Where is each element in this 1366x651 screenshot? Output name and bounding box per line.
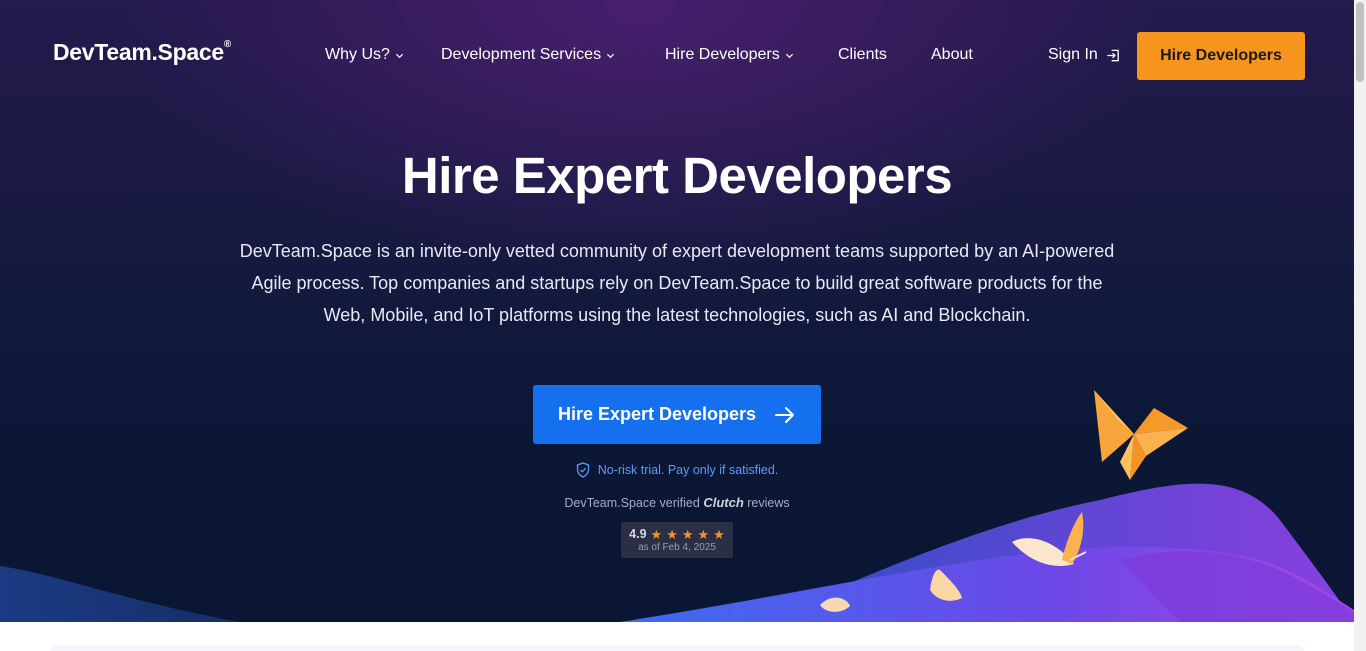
scrollbar-thumb[interactable] <box>1356 2 1364 82</box>
sign-in-link[interactable]: Sign In <box>1048 46 1121 64</box>
nav-item-label: Hire Developers <box>665 46 780 63</box>
hero-description-line: Agile process. Top companies and startup… <box>251 273 1103 293</box>
nav-item-hire-developers[interactable]: Hire Developers <box>665 46 794 64</box>
clutch-suffix: reviews <box>747 496 790 510</box>
hill-left <box>0 566 240 622</box>
arrow-right-icon <box>775 406 795 423</box>
sign-in-label: Sign In <box>1048 46 1098 63</box>
chevron-down-icon <box>607 53 615 58</box>
hero-description-line: DevTeam.Space is an invite-only vetted c… <box>239 241 1115 261</box>
hero-section: DevTeam.Space® Why Us? Development Servi… <box>0 0 1354 622</box>
hero-description-line: Web, Mobile, and IoT platforms using the… <box>323 305 1031 325</box>
star-icon: ★ <box>681 526 694 542</box>
nav-item-why-us[interactable]: Why Us? <box>325 46 404 64</box>
nav-item-label: Why Us? <box>325 46 390 63</box>
hire-expert-developers-button[interactable]: Hire Expert Developers <box>533 385 821 444</box>
star-icon: ★ <box>713 526 725 542</box>
rating-date: as of Feb 4, 2025 <box>638 542 716 553</box>
shield-check-icon <box>576 462 589 478</box>
sign-in-icon <box>1107 49 1119 61</box>
nav-item-about[interactable]: About <box>931 46 973 64</box>
star-icon: ★ <box>650 526 663 542</box>
registered-mark: ® <box>223 39 231 51</box>
chevron-down-icon <box>395 53 403 58</box>
cta-label: Hire Expert Developers <box>557 404 757 424</box>
next-section-card <box>50 645 1304 651</box>
nav-item-label: Development Services <box>441 46 602 63</box>
brand-name: DevTeam.Space <box>53 39 224 65</box>
trial-note-text: No-risk trial. Pay only if satisfied. <box>597 463 779 477</box>
scrollbar-track[interactable] <box>1354 0 1366 651</box>
nav-item-label: Clients <box>838 46 887 63</box>
star-icon: ★ <box>666 526 678 542</box>
hero-description: DevTeam.Space is an invite-only vetted c… <box>200 235 1154 331</box>
brand-logo[interactable]: DevTeam.Space® <box>53 39 231 66</box>
rating-score: 4.9 <box>629 527 647 541</box>
rating-row: 4.9 ★ ★ ★ ★ ★ <box>621 527 733 541</box>
clutch-verified-line: DevTeam.Space verified Clutch reviews <box>0 495 1354 510</box>
chevron-down-icon <box>785 53 793 58</box>
trial-note: No-risk trial. Pay only if satisfied. <box>0 462 1354 478</box>
nav-item-label: About <box>931 46 973 63</box>
clutch-rating-badge[interactable]: 4.9 ★ ★ ★ ★ ★ as of Feb 4, 2025 <box>621 522 733 558</box>
clutch-prefix: DevTeam.Space verified <box>564 496 700 510</box>
nav-item-clients[interactable]: Clients <box>838 46 887 64</box>
clutch-logo[interactable]: Clutch <box>703 495 743 510</box>
page-title: Hire Expert Developers <box>401 147 953 204</box>
star-icon: ★ <box>697 526 710 542</box>
nav-item-development-services[interactable]: Development Services <box>441 46 615 64</box>
hire-developers-button[interactable]: Hire Developers <box>1137 32 1305 80</box>
